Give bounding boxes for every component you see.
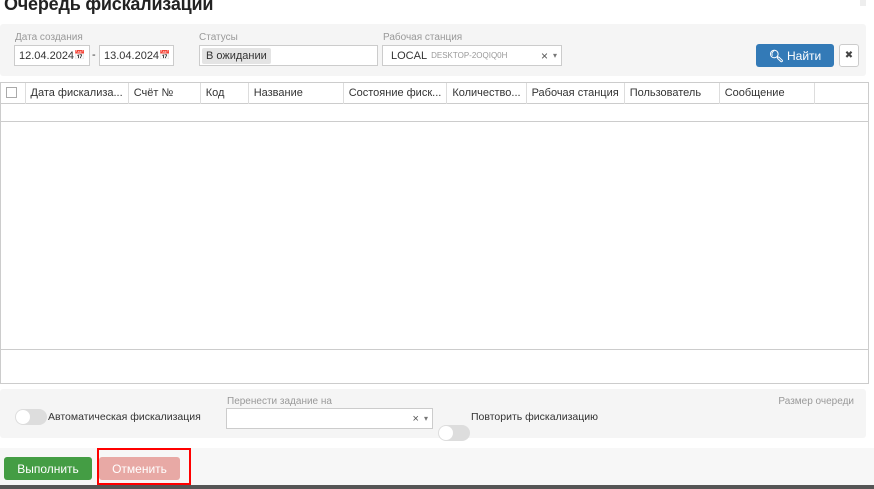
column-header[interactable]: Счёт № [128, 83, 201, 103]
station-value: LOCAL [391, 49, 428, 62]
date-from-input[interactable]: 12.04.2024 📅 [14, 45, 90, 66]
station-select[interactable]: LOCAL DESKTOP-2OQIQ0H × ▾ [382, 45, 562, 66]
table-footer-divider [1, 349, 868, 350]
page-title: Очередь фискализации [4, 0, 214, 14]
status-tag[interactable]: В ожидании [202, 47, 271, 64]
bottom-bar [0, 485, 874, 489]
column-header[interactable]: Рабочая станция [526, 83, 625, 103]
date-to-input[interactable]: 13.04.2024 📅 [99, 45, 174, 66]
select-all-checkbox[interactable] [6, 87, 17, 99]
column-header[interactable]: Название [248, 83, 344, 103]
station-label: Рабочая станция [383, 32, 463, 43]
find-label: Найти [786, 48, 822, 63]
column-header[interactable]: Код [200, 83, 249, 103]
auto-fiscal-label: Автоматическая фискализация [48, 411, 201, 423]
chevron-down-icon[interactable]: ▾ [553, 51, 557, 60]
chevron-down-icon[interactable]: ▾ [424, 414, 428, 423]
table-header: Дата фискализа... Счёт № Код Название Со… [1, 83, 868, 103]
execute-button[interactable]: Выполнить [4, 457, 92, 480]
calendar-icon[interactable]: 📅 [159, 50, 170, 61]
column-header[interactable]: Дата фискализа... [25, 83, 129, 103]
station-sub: DESKTOP-2OQIQ0H [431, 51, 508, 60]
cancel-button[interactable]: Отменить [99, 457, 180, 480]
filter-panel: Дата создания 12.04.2024 📅 - 13.04.2024 📅 … [0, 24, 866, 76]
scroll-indicator [860, 0, 866, 6]
queue-size-label: Размер очереди [778, 396, 854, 407]
repeat-fiscal-toggle[interactable] [438, 425, 470, 441]
find-button[interactable]: 🔍︎ Найти [756, 44, 834, 67]
column-header[interactable]: Сообщение [719, 83, 815, 103]
calendar-icon[interactable]: 📅 [74, 50, 85, 61]
column-header[interactable]: Состояние фиск... [343, 83, 448, 103]
filter-row [1, 103, 868, 121]
column-header[interactable]: Пользователь [624, 83, 720, 103]
date-from-value: 12.04.2024 [19, 49, 75, 62]
date-to-value: 13.04.2024 [104, 49, 160, 62]
queue-table: Дата фискализа... Счёт № Код Название Со… [0, 82, 869, 384]
date-separator: - [92, 49, 96, 61]
options-panel: Автоматическая фискализация Перенести за… [0, 389, 866, 441]
move-label: Перенести задание на [227, 396, 332, 407]
column-header [814, 83, 868, 103]
reset-button[interactable]: ✖ [839, 44, 859, 67]
auto-fiscal-toggle[interactable] [15, 409, 47, 425]
status-label: Статусы [199, 32, 238, 43]
footer: Выполнить Отменить [0, 448, 874, 485]
date-label: Дата создания [15, 32, 83, 43]
repeat-fiscal-label: Повторить фискализацию [471, 411, 598, 423]
clear-icon[interactable]: × [413, 413, 419, 425]
search-icon: 🔍︎ [768, 48, 784, 63]
column-header[interactable]: Количество... [446, 83, 527, 103]
move-select[interactable]: × ▾ [226, 408, 433, 429]
status-select[interactable]: В ожидании [199, 45, 378, 66]
clear-icon[interactable]: × [541, 49, 548, 63]
